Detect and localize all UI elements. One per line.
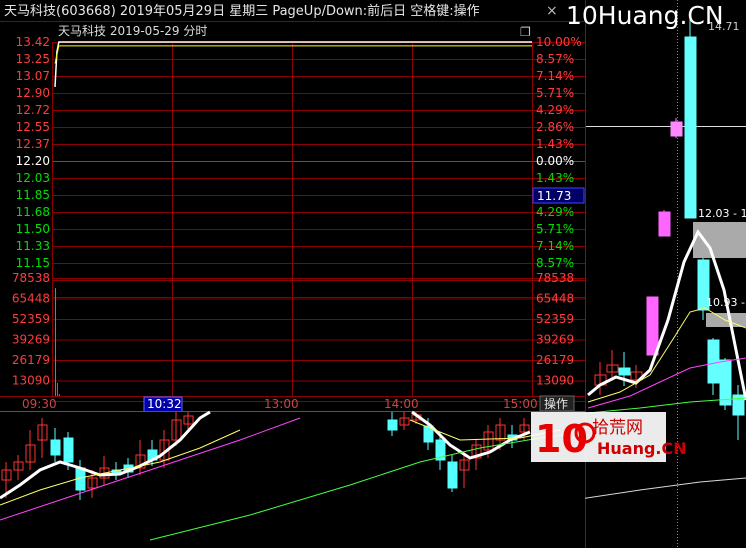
current-price-value: 11.73 bbox=[537, 189, 571, 203]
volume-tick-label-left: 26179 bbox=[12, 353, 50, 367]
volume-tick-label-left: 65448 bbox=[12, 292, 50, 306]
close-icon[interactable]: × bbox=[546, 3, 558, 19]
percent-tick-label: 2.86% bbox=[536, 120, 574, 134]
kline-body bbox=[670, 121, 683, 137]
time-tick-label: 09:30 bbox=[22, 397, 57, 411]
intraday-chart: 天马科技(603668) 2019年05月29日 星期三 PageUp/Down… bbox=[0, 0, 746, 548]
percent-tick-label: 0.00% bbox=[536, 154, 574, 168]
price-tick-label: 11.33 bbox=[16, 239, 50, 253]
kline-body bbox=[684, 36, 697, 219]
time-tick-label: 13:00 bbox=[264, 397, 299, 411]
level-label-a: 12.03 - 1 bbox=[698, 207, 746, 220]
restore-icon[interactable]: ❐ bbox=[520, 25, 531, 39]
percent-tick-label: 5.71% bbox=[536, 86, 574, 100]
volume-tick-label-right: 78538 bbox=[536, 271, 574, 285]
volume-tick-label-right: 26179 bbox=[536, 353, 574, 367]
watermark-top: 10Huang.CN bbox=[566, 1, 724, 30]
percent-tick-label: 1.43% bbox=[536, 137, 574, 151]
percent-tick-label: 7.14% bbox=[536, 239, 574, 253]
kline-body bbox=[646, 296, 659, 356]
time-tick-label: 10:32 bbox=[147, 397, 182, 411]
volume-tick-label-left: 39269 bbox=[12, 333, 50, 347]
volume-tick-label-left: 13090 bbox=[12, 374, 50, 388]
price-tick-label: 11.50 bbox=[16, 222, 50, 236]
percent-tick-label: 5.71% bbox=[536, 222, 574, 236]
volume-tick-label-right: 52359 bbox=[536, 312, 574, 326]
site-logo: 10 拾荒网 Huang.CN bbox=[531, 412, 687, 462]
percent-tick-label: 1.43% bbox=[536, 171, 574, 185]
background-kline-bottom bbox=[0, 410, 586, 548]
kline-body bbox=[719, 359, 732, 406]
level-label-b: 10.93 - 1 bbox=[706, 296, 746, 309]
price-tick-label: 13.25 bbox=[16, 52, 50, 66]
kline-body bbox=[707, 339, 720, 384]
percent-tick-label: 7.14% bbox=[536, 69, 574, 83]
time-tick-label: 14:00 bbox=[384, 397, 419, 411]
price-tick-label: 11.15 bbox=[16, 256, 50, 270]
volume-tick-label-right: 39269 bbox=[536, 333, 574, 347]
price-tick-label: 11.68 bbox=[16, 205, 50, 219]
volume-tick-label-left: 78538 bbox=[12, 271, 50, 285]
percent-tick-label: 10.00% bbox=[536, 35, 582, 49]
volume-tick-label-right: 13090 bbox=[536, 374, 574, 388]
kline-body bbox=[447, 461, 458, 489]
panel-title: 天马科技 2019-05-29 分时 bbox=[58, 24, 207, 38]
time-tick-label: 15:00 bbox=[503, 397, 538, 411]
gray-level-box-a bbox=[693, 222, 746, 258]
kline-body bbox=[387, 419, 398, 431]
price-tick-label: 12.37 bbox=[16, 137, 50, 151]
price-tick-label: 12.90 bbox=[16, 86, 50, 100]
percent-tick-label: 8.57% bbox=[536, 256, 574, 270]
operate-button-label: 操作 bbox=[544, 396, 568, 411]
price-tick-label: 13.42 bbox=[16, 35, 50, 49]
percent-tick-label: 4.29% bbox=[536, 103, 574, 117]
kline-body bbox=[658, 211, 671, 237]
kline-body bbox=[63, 437, 74, 463]
price-tick-label: 12.03 bbox=[16, 171, 50, 185]
price-tick-label: 12.20 bbox=[16, 154, 50, 168]
percent-tick-label: 4.29% bbox=[536, 205, 574, 219]
kline-body bbox=[618, 367, 631, 376]
title-bar-text: 天马科技(603668) 2019年05月29日 星期三 PageUp/Down… bbox=[4, 3, 480, 19]
percent-tick-label: 8.57% bbox=[536, 52, 574, 66]
price-tick-label: 11.85 bbox=[16, 188, 50, 202]
price-tick-label: 13.07 bbox=[16, 69, 50, 83]
logo-sub: Huang.CN bbox=[597, 439, 687, 458]
price-tick-label: 12.55 bbox=[16, 120, 50, 134]
price-tick-label: 12.72 bbox=[16, 103, 50, 117]
volume-tick-label-right: 65448 bbox=[536, 292, 574, 306]
logo-cn: 拾荒网 bbox=[592, 418, 643, 438]
volume-tick-label-left: 52359 bbox=[12, 312, 50, 326]
screen: { "header": { "title_bar": "天马科技(603668)… bbox=[0, 0, 746, 548]
kline-body bbox=[50, 439, 61, 456]
